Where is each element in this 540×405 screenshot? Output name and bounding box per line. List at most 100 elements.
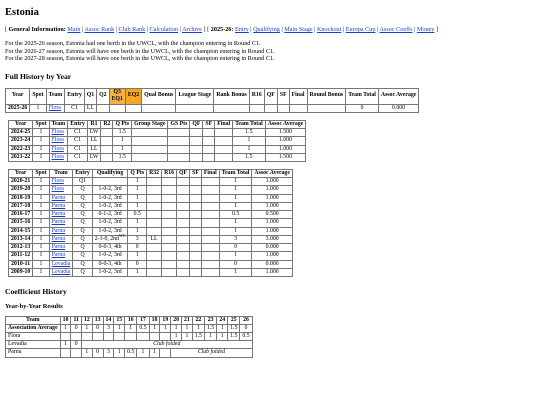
year-label: 2014-15: [11, 227, 31, 234]
cell-assoc-average: 1.000: [264, 136, 307, 146]
cell-value: 1.5: [204, 323, 218, 334]
team-link-parnu[interactable]: Parnu: [52, 228, 66, 234]
cell-qf: [176, 267, 191, 278]
column-header-eq2: EQ2: [124, 87, 143, 105]
berth-note: For the 2025-26 season, Estonia had one …: [5, 39, 261, 47]
association-average-label: Association Average: [8, 324, 58, 331]
nav-link-assoc-coeffs[interactable]: Assoc Coeffs: [379, 26, 412, 33]
cell-assoc-average: 0.000: [251, 243, 293, 253]
cell-spot: 1: [32, 243, 50, 253]
cell-r16: [161, 267, 178, 278]
cell-qf: [176, 177, 191, 187]
team-link-parnu[interactable]: Parnu: [52, 211, 66, 217]
cell-entry: Q: [72, 243, 93, 253]
cell-value: [91, 332, 104, 342]
team-link-flora[interactable]: Flora: [52, 186, 64, 192]
cell-qf: [189, 152, 204, 163]
cell-value: 1: [148, 323, 161, 334]
cell-qualifying: 1-0-2, 3rd: [91, 267, 129, 278]
cell-team: Parnu: [48, 193, 74, 203]
cell-spot: 1: [32, 267, 50, 278]
team-link-parnu[interactable]: Parnu: [52, 236, 66, 242]
cell-gs-pts: [167, 152, 191, 163]
cell-value: 0: [70, 323, 82, 334]
cell-team: Parnu: [48, 218, 74, 228]
page-title: Estonia: [5, 7, 39, 18]
column-header-qf: QF: [189, 119, 204, 130]
team-link-flora[interactable]: Flora: [52, 178, 64, 184]
cell-team: Flora: [48, 128, 69, 138]
cell-value: 1: [136, 348, 150, 358]
cell-value: 1: [170, 323, 183, 334]
table-row: Association Average 1 0 1 0 3 1 1 0.5 1 1 1 1 1 1.5 1 1.…: [5, 323, 253, 334]
team-link-parnu[interactable]: Parnu: [52, 219, 66, 225]
cell-group-stage: [131, 128, 169, 138]
cell-q-pts: 0.5: [127, 210, 148, 220]
cell-value: [159, 348, 172, 358]
nav-link-knockout[interactable]: Knockout: [317, 26, 341, 33]
cell-year: 2024-25: [7, 128, 34, 138]
nav-link-europa-cup[interactable]: Europa Cup: [346, 26, 376, 33]
cell-qualifying: 0-0-3, 4th: [91, 243, 129, 253]
cell-qf: [176, 243, 191, 253]
nav-link-main-stage[interactable]: Main Stage: [284, 26, 312, 33]
nav-link-archive[interactable]: Archive: [182, 26, 202, 33]
team-link-levadia[interactable]: Levadia: [52, 261, 71, 267]
cell-sf: [202, 144, 216, 154]
cell-r2: [100, 152, 114, 163]
header-row: Team 10 11 12 13 14 15 16 17 18 19 20 21 22 23 24 25 26: [5, 315, 253, 325]
cell-sf: [189, 177, 202, 187]
cell-gs-pts: [167, 136, 191, 146]
team-link-flora[interactable]: Flora: [52, 154, 64, 160]
nav-link-calculation[interactable]: Calculation: [150, 26, 179, 33]
cell-entry: C1: [67, 128, 88, 138]
cell-qualifying: 1-0-2, 3rd: [91, 193, 129, 203]
cell-q-pts: 3: [127, 234, 148, 245]
cell-team-total: 1: [218, 185, 253, 195]
cell-r16: [161, 259, 178, 269]
column-header-17: 17: [136, 315, 150, 325]
cell-qualifying: 2-1-0, 2ndWC: [91, 232, 129, 245]
cell-team-total: 1: [232, 144, 266, 154]
cell-r32: LL: [146, 234, 163, 245]
column-header-sf: SF: [276, 87, 290, 105]
cell-value: 0: [239, 323, 253, 334]
cell-value: [136, 332, 150, 342]
cell-entry: Q: [72, 218, 93, 228]
cell-value: [59, 348, 72, 358]
team-link-parnu[interactable]: Parnu: [52, 244, 66, 250]
cell-value: 3: [102, 348, 115, 358]
column-header-25: 25: [227, 315, 241, 325]
team-link-flora[interactable]: Flora: [52, 129, 64, 135]
cell-spot: 1: [32, 210, 50, 220]
nav-link-entry[interactable]: Entry: [235, 26, 249, 33]
cell-assoc-average: 1.000: [251, 177, 293, 187]
column-header-24: 24: [216, 315, 229, 325]
team-link-levadia[interactable]: Levadia: [52, 269, 71, 275]
header-row: Year Spot Team Entry Qualifying Q Pts R32 R16 QF…: [7, 169, 293, 179]
column-header-qf: QF: [263, 87, 278, 105]
cell-qualifying: 0-1-2, 3rd: [91, 210, 129, 220]
cell-value: [113, 332, 126, 342]
nav-link-main[interactable]: Main: [67, 26, 80, 33]
team-link-parnu[interactable]: Parnu: [52, 252, 66, 258]
nav-link-club-rank[interactable]: Club Rank: [119, 26, 146, 33]
wildcard-marker: WC: [118, 232, 126, 238]
team-link-parnu[interactable]: Parnu: [52, 203, 66, 209]
nav-link-assoc-rank[interactable]: Assoc Rank: [84, 26, 114, 33]
team-link-flora[interactable]: Flora: [49, 105, 61, 111]
cell-entry: C1: [67, 144, 88, 154]
column-header-r2: R2: [100, 119, 114, 130]
team-link-parnu[interactable]: Parnu: [52, 195, 66, 201]
cell-team-total: 0.5: [218, 210, 253, 220]
cell-group-stage: [131, 144, 169, 154]
team-link-flora[interactable]: Flora: [52, 137, 64, 143]
team-link-flora[interactable]: Flora: [52, 146, 64, 152]
year-label: 2015-16: [11, 219, 31, 226]
row-label: Flora: [5, 332, 61, 342]
nav-link-money[interactable]: Money: [417, 26, 435, 33]
cell-r16: [161, 177, 178, 187]
nav-link-qualifying[interactable]: Qualifying: [253, 26, 280, 33]
cell-team: Parnu: [48, 243, 74, 253]
cell-team-total: 0: [218, 243, 253, 253]
